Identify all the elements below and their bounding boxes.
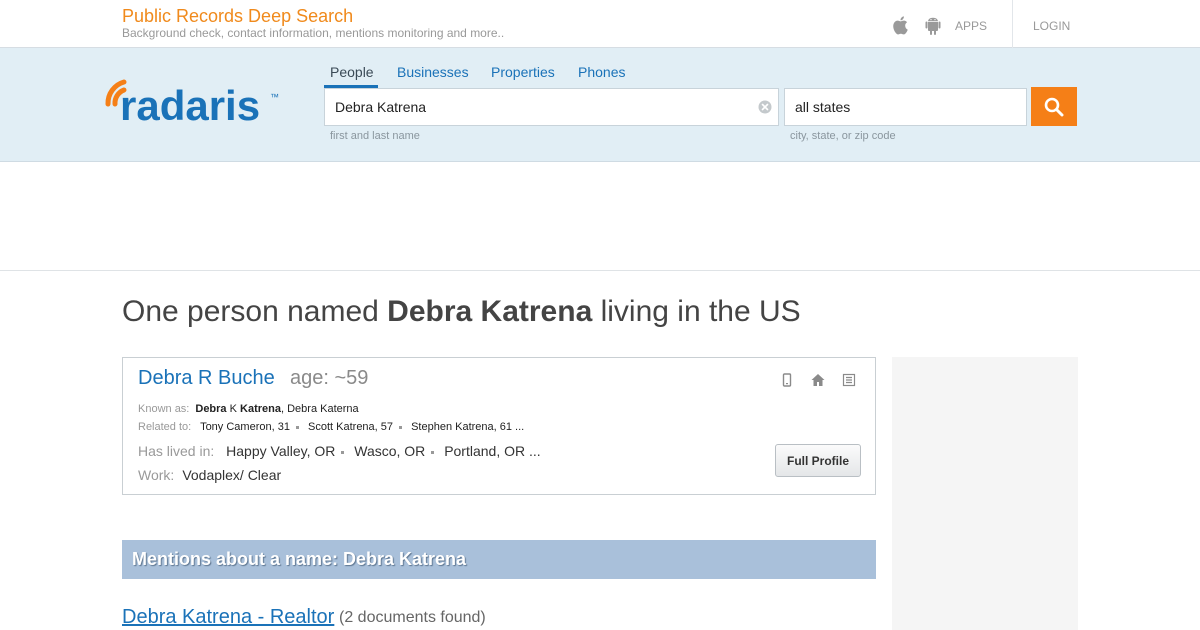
- known-as-row: Known as: Debra K Katrena, Debra Katerna: [138, 403, 359, 415]
- person-name-link[interactable]: Debra R Buche: [138, 367, 275, 390]
- name-search-input[interactable]: [324, 88, 779, 126]
- related-person-link[interactable]: Stephen Katrena, 61 ...: [411, 421, 524, 433]
- tab-people[interactable]: People: [330, 64, 374, 80]
- full-profile-button[interactable]: Full Profile: [775, 444, 861, 477]
- svg-text:radaris: radaris: [120, 82, 260, 128]
- android-icon[interactable]: [922, 14, 944, 36]
- mention-document-link[interactable]: Debra Katrena - Realtor: [122, 606, 334, 629]
- radaris-logo[interactable]: radaris ™: [104, 76, 284, 128]
- mention-document-count: (2 documents found): [339, 609, 486, 626]
- tab-phones[interactable]: Phones: [578, 64, 625, 80]
- search-button[interactable]: [1031, 87, 1077, 126]
- svg-text:™: ™: [270, 92, 279, 102]
- site-tagline-title: Public Records Deep Search: [122, 6, 354, 26]
- location-link[interactable]: Wasco, OR: [354, 443, 425, 459]
- name-hint: first and last name: [330, 130, 420, 142]
- home-icon[interactable]: [810, 372, 826, 388]
- location-hint: city, state, or zip code: [790, 130, 896, 142]
- login-link[interactable]: LOGIN: [1033, 19, 1070, 33]
- side-ad-placeholder: [892, 357, 1078, 630]
- location-link[interactable]: Happy Valley, OR: [226, 443, 335, 459]
- document-icon[interactable]: [841, 372, 857, 388]
- mentions-header: Mentions about a name: Debra Katrena: [122, 540, 876, 579]
- apps-link[interactable]: APPS: [955, 19, 987, 33]
- related-person-link[interactable]: Tony Cameron, 31: [200, 421, 290, 433]
- phone-icon[interactable]: [779, 372, 795, 388]
- related-to-row: Related to: Tony Cameron, 31 Scott Katre…: [138, 421, 525, 433]
- clear-icon[interactable]: [758, 100, 772, 114]
- tab-businesses[interactable]: Businesses: [397, 64, 469, 80]
- location-search-input[interactable]: [784, 88, 1027, 126]
- lived-in-row: Has lived in: Happy Valley, OR Wasco, OR…: [138, 443, 541, 459]
- site-tagline-subtitle: Background check, contact information, m…: [122, 26, 505, 40]
- top-bar: Public Records Deep Search Background ch…: [0, 0, 1200, 48]
- page-title: One person named Debra Katrena living in…: [122, 295, 801, 328]
- search-icon: [1044, 97, 1064, 117]
- ad-area-divider: [0, 270, 1200, 271]
- related-person-link[interactable]: Scott Katrena, 57: [308, 421, 393, 433]
- topbar-divider: [1012, 0, 1013, 48]
- person-age: age: ~59: [290, 367, 369, 389]
- location-link[interactable]: Portland, OR ...: [444, 443, 540, 459]
- work-row: Work: Vodaplex/ Clear: [138, 467, 282, 483]
- apple-icon[interactable]: [890, 14, 912, 36]
- tab-properties[interactable]: Properties: [491, 64, 555, 80]
- result-card: Debra R Buche age: ~59 Known as: Debra K …: [122, 357, 876, 495]
